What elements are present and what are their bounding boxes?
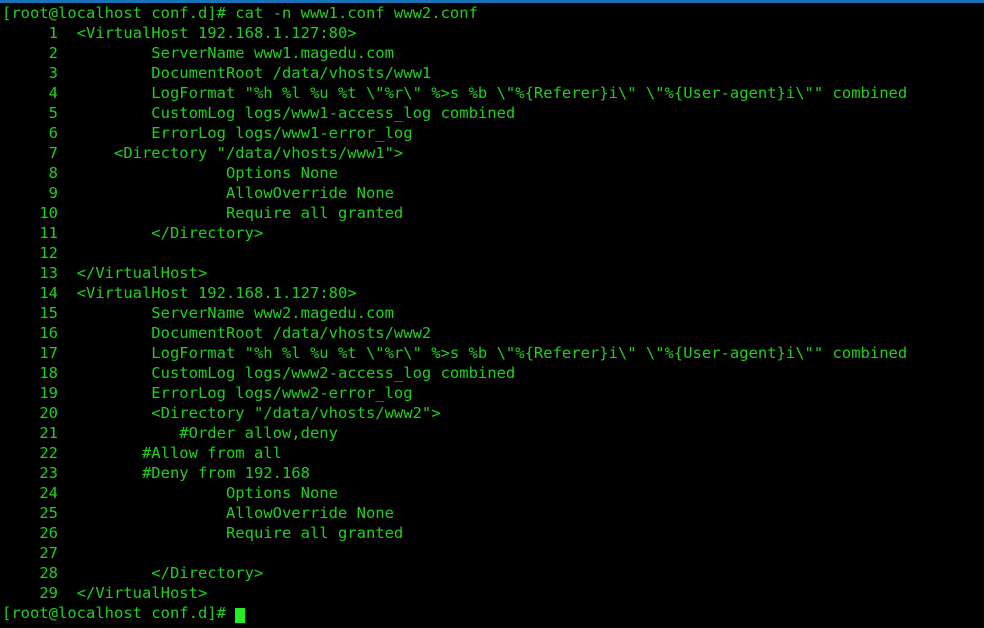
- output-line: 2 ServerName www1.magedu.com: [2, 44, 394, 62]
- output-line: 9 AllowOverride None: [2, 184, 394, 202]
- output-line: 27: [2, 544, 77, 562]
- output-line: 15 ServerName www2.magedu.com: [2, 304, 394, 322]
- output-line: 13 </VirtualHost>: [2, 264, 208, 282]
- output-line: 3 DocumentRoot /data/vhosts/www1: [2, 64, 432, 82]
- output-line: 16 DocumentRoot /data/vhosts/www2: [2, 324, 432, 342]
- prompt-text: [root@localhost conf.d]#: [2, 604, 236, 622]
- output-line: 20 <Directory "/data/vhosts/www2">: [2, 404, 441, 422]
- output-line: 21 #Order allow,deny: [2, 424, 338, 442]
- output-line: 10 Require all granted: [2, 204, 404, 222]
- output-line: 19 ErrorLog logs/www2-error_log: [2, 384, 413, 402]
- final-prompt-line: [root@localhost conf.d]#: [2, 603, 984, 623]
- output-line: 29 </VirtualHost>: [2, 584, 208, 602]
- text-cursor: [235, 608, 246, 623]
- output-line: 24 Options None: [2, 484, 338, 502]
- output-line: 6 ErrorLog logs/www1-error_log: [2, 124, 413, 142]
- output-line: 23 #Deny from 192.168: [2, 464, 310, 482]
- terminal-window[interactable]: [root@localhost conf.d]# cat -n www1.con…: [0, 0, 984, 628]
- output-line: 25 AllowOverride None: [2, 504, 394, 522]
- output-line: 26 Require all granted: [2, 524, 404, 542]
- command-line: [root@localhost conf.d]# cat -n www1.con…: [2, 4, 478, 22]
- output-line: 11 </Directory>: [2, 224, 264, 242]
- command-output: 1 <VirtualHost 192.168.1.127:80> 2 Serve…: [2, 23, 984, 603]
- output-line: 1 <VirtualHost 192.168.1.127:80>: [2, 24, 357, 42]
- output-line: 22 #Allow from all: [2, 444, 282, 462]
- output-line: 8 Options None: [2, 164, 338, 182]
- terminal-screen[interactable]: [root@localhost conf.d]# cat -n www1.con…: [2, 3, 984, 623]
- output-line: 17 LogFormat "%h %l %u %t \"%r\" %>s %b …: [2, 344, 908, 362]
- output-line: 14 <VirtualHost 192.168.1.127:80>: [2, 284, 357, 302]
- output-line: 4 LogFormat "%h %l %u %t \"%r\" %>s %b \…: [2, 84, 908, 102]
- output-line: 5 CustomLog logs/www1-access_log combine…: [2, 104, 516, 122]
- output-line: 12: [2, 244, 77, 262]
- output-line: 7 <Directory "/data/vhosts/www1">: [2, 144, 404, 162]
- output-line: 28 </Directory>: [2, 564, 264, 582]
- output-line: 18 CustomLog logs/www2-access_log combin…: [2, 364, 516, 382]
